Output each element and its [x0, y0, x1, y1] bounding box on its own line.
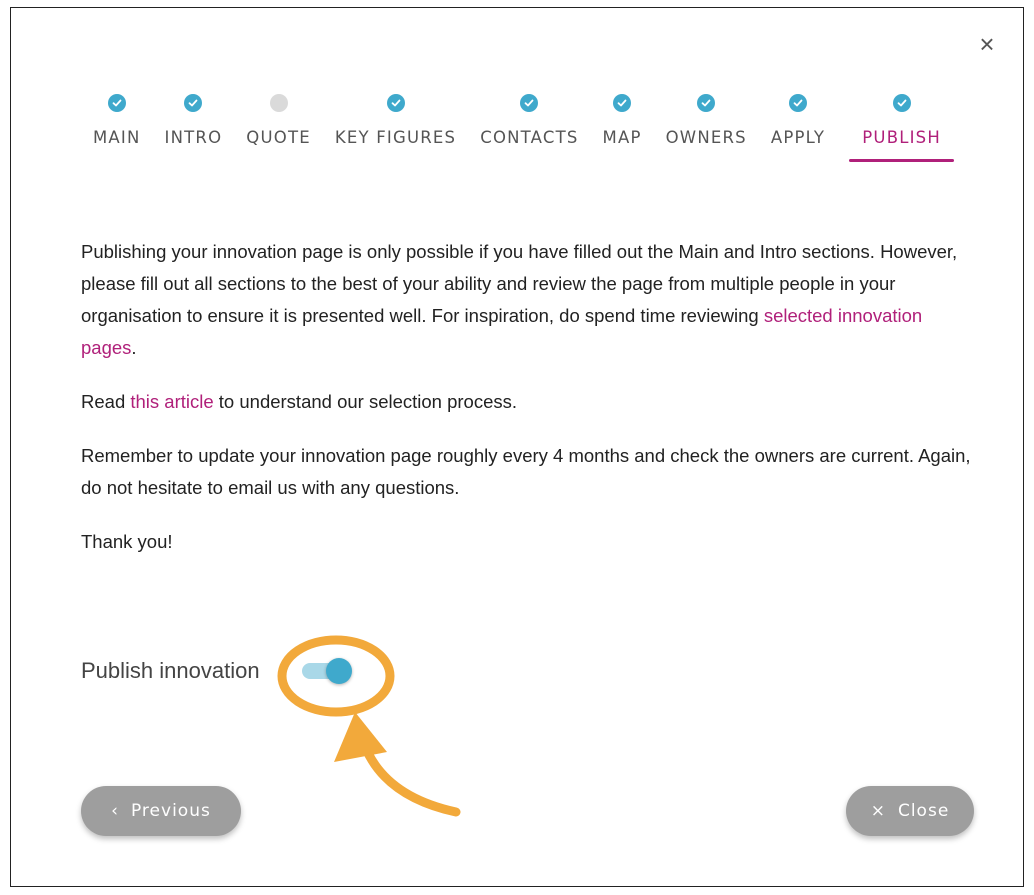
- step-quote[interactable]: QUOTE: [234, 94, 323, 147]
- this-article-link[interactable]: this article: [130, 391, 213, 412]
- step-contacts[interactable]: CONTACTS: [468, 94, 590, 147]
- check-icon: [184, 94, 203, 112]
- step-label: CONTACTS: [480, 128, 579, 147]
- close-button[interactable]: × Close: [846, 786, 974, 836]
- step-intro[interactable]: INTRO: [153, 94, 235, 147]
- close-icon[interactable]: ×: [973, 30, 1001, 58]
- step-label: PUBLISH: [862, 128, 941, 147]
- step-label: MAP: [602, 128, 642, 147]
- step-label: INTRO: [164, 128, 223, 147]
- paragraph-thanks: Thank you!: [81, 531, 173, 552]
- check-icon: [697, 94, 716, 112]
- check-icon: [788, 94, 807, 112]
- step-owners[interactable]: OWNERS: [654, 94, 759, 147]
- check-icon: [520, 94, 539, 112]
- step-label: KEY FIGURES: [334, 128, 457, 147]
- toggle-knob: [325, 658, 352, 684]
- previous-button-label: Previous: [130, 801, 211, 821]
- pending-dot-icon: [269, 94, 288, 112]
- previous-button[interactable]: ‹ Previous: [81, 786, 241, 836]
- paragraph-end: .: [131, 337, 137, 358]
- check-icon: [892, 94, 911, 112]
- paragraph-update-reminder: Remember to update your innovation page …: [81, 445, 971, 498]
- active-step-underline: [849, 159, 955, 162]
- stepper: MAIN INTRO QUOTE KEY FIGURES CONTACTS MAP OWNE…: [81, 94, 966, 194]
- step-label: APPLY: [770, 128, 826, 147]
- paragraph-requirements: Publishing your innovation page is only …: [81, 236, 981, 364]
- publish-toggle[interactable]: [301, 658, 352, 684]
- step-label: QUOTE: [246, 128, 311, 147]
- check-icon: [107, 94, 126, 112]
- step-map[interactable]: MAP: [591, 94, 654, 147]
- paragraph-selection-before: Read: [81, 391, 131, 412]
- paragraph-selection-after: to understand our selection process.: [213, 391, 518, 412]
- step-label: MAIN: [93, 128, 141, 147]
- chevron-left-icon: ‹: [111, 801, 119, 821]
- step-publish[interactable]: PUBLISH: [837, 94, 966, 162]
- step-key-figures[interactable]: KEY FIGURES: [323, 94, 468, 147]
- publish-row: Publish innovation: [81, 658, 352, 684]
- publish-instructions: Publishing your innovation page is only …: [81, 236, 981, 580]
- step-apply[interactable]: APPLY: [759, 94, 837, 147]
- publish-innovation-label: Publish innovation: [81, 658, 260, 683]
- check-icon: [386, 94, 405, 112]
- close-button-label: Close: [897, 801, 950, 821]
- paragraph-selection: Read this article to understand our sele…: [81, 386, 981, 418]
- step-label: OWNERS: [665, 128, 747, 147]
- step-main[interactable]: MAIN: [81, 94, 153, 147]
- publish-dialog: × MAIN INTRO QUOTE KEY FIGURES CONTACTS MAP OW…: [10, 7, 1024, 887]
- check-icon: [613, 94, 632, 112]
- close-icon: ×: [870, 801, 886, 821]
